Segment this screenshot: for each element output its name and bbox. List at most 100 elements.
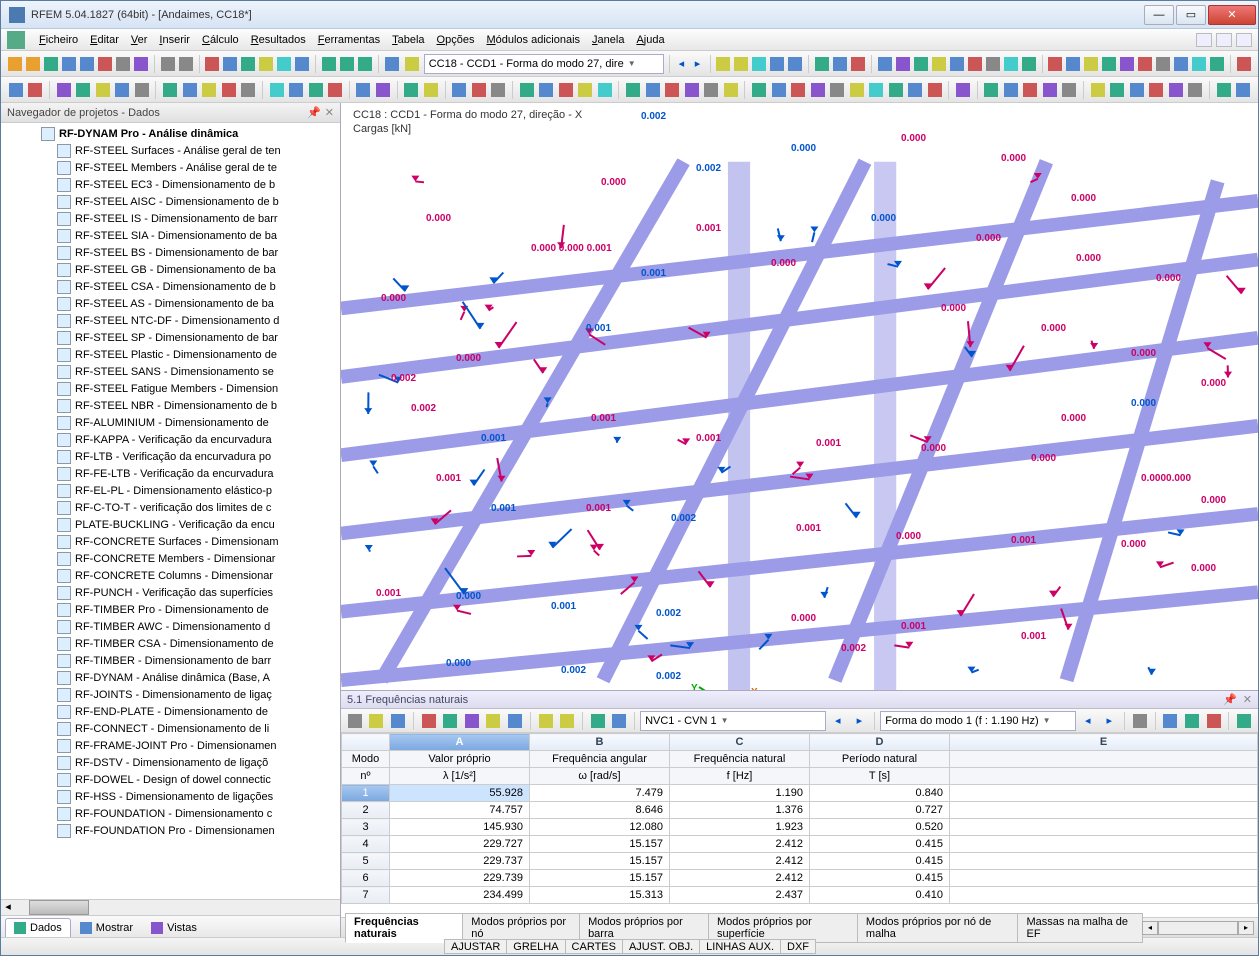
- toolbar-button[interactable]: [43, 54, 59, 74]
- menu-opções[interactable]: Opções: [431, 32, 481, 48]
- toolbar-button[interactable]: [1021, 54, 1037, 74]
- nav-item[interactable]: RF-STEEL NTC-DF - Dimensionamento d: [1, 312, 340, 329]
- model-viewport[interactable]: CC18 : CCD1 - Forma do modo 27, direção …: [341, 103, 1258, 691]
- nav-tab-mostrar[interactable]: Mostrar: [71, 918, 142, 937]
- results-toolbar-button[interactable]: [462, 711, 482, 731]
- toolbar-button[interactable]: [239, 80, 257, 100]
- nav-item[interactable]: RF-EL-PL - Dimensionamento elástico-p: [1, 482, 340, 499]
- status-segment[interactable]: LINHAS AUX.: [699, 939, 781, 954]
- nav-item[interactable]: RF-END-PLATE - Dimensionamento de: [1, 703, 340, 720]
- menu-janela[interactable]: Janela: [586, 32, 630, 48]
- toolbar-button[interactable]: [79, 54, 95, 74]
- toolbar-button[interactable]: [7, 54, 23, 74]
- menu-editar[interactable]: Editar: [84, 32, 125, 48]
- mdi-minimize-button[interactable]: [1196, 33, 1212, 47]
- nav-item[interactable]: RF-STEEL Members - Análise geral de te: [1, 159, 340, 176]
- toolbar-button[interactable]: [27, 80, 45, 100]
- toolbar-button[interactable]: [1191, 54, 1207, 74]
- toolbar-button[interactable]: [258, 54, 274, 74]
- toolbar-button[interactable]: [1022, 80, 1040, 100]
- nav-item[interactable]: RF-TIMBER Pro - Dimensionamento de: [1, 601, 340, 618]
- toolbar-button[interactable]: [1236, 54, 1252, 74]
- toolbar-button[interactable]: [326, 80, 344, 100]
- toolbar-button[interactable]: [715, 54, 731, 74]
- toolbar-button[interactable]: [722, 80, 740, 100]
- table-row[interactable]: 155.9287.4791.1900.840: [342, 785, 1258, 802]
- mode-combo[interactable]: Forma do modo 1 (f : 1.190 Hz)▼: [880, 711, 1076, 731]
- toolbar-button[interactable]: [624, 80, 642, 100]
- nav-item[interactable]: RF-JOINTS - Dimensionamento de ligaç: [1, 686, 340, 703]
- results-tab[interactable]: Massas na malha de EF: [1017, 913, 1143, 943]
- toolbar-button[interactable]: [828, 80, 846, 100]
- nvc-prev[interactable]: ◂: [828, 711, 848, 731]
- toolbar-button[interactable]: [850, 54, 866, 74]
- toolbar-button[interactable]: [403, 80, 421, 100]
- results-toolbar-button[interactable]: [484, 711, 504, 731]
- toolbar-button[interactable]: [307, 80, 325, 100]
- toolbar-button[interactable]: [1109, 80, 1127, 100]
- nav-item[interactable]: RF-C-TO-T - verificação dos limites de c: [1, 499, 340, 516]
- toolbar-button[interactable]: [115, 54, 131, 74]
- results-toolbar-button[interactable]: [1204, 711, 1224, 731]
- results-toolbar-button[interactable]: [588, 711, 608, 731]
- nav-item[interactable]: RF-PUNCH - Verificação das superfícies: [1, 584, 340, 601]
- toolbar-button[interactable]: [339, 54, 355, 74]
- nav-item[interactable]: RF-STEEL AS - Dimensionamento de ba: [1, 295, 340, 312]
- nav-item[interactable]: RF-CONCRETE Surfaces - Dimensionam: [1, 533, 340, 550]
- toolbar-button[interactable]: [61, 54, 77, 74]
- toolbar-button[interactable]: [133, 54, 149, 74]
- mdi-close-button[interactable]: [1236, 33, 1252, 47]
- mdi-restore-button[interactable]: [1216, 33, 1232, 47]
- results-toolbar-button[interactable]: [388, 711, 408, 731]
- toolbar-button[interactable]: [1173, 54, 1189, 74]
- results-toolbar-button[interactable]: [345, 711, 365, 731]
- results-tab[interactable]: Modos próprios por nó de malha: [857, 913, 1019, 943]
- menu-resultados[interactable]: Resultados: [245, 32, 312, 48]
- toolbar-button[interactable]: [74, 80, 92, 100]
- toolbar-button[interactable]: [204, 54, 220, 74]
- toolbar-button[interactable]: [644, 80, 662, 100]
- toolbar-button[interactable]: [983, 80, 1001, 100]
- status-segment[interactable]: AJUSTAR: [444, 939, 507, 954]
- toolbar-button[interactable]: [1155, 54, 1171, 74]
- toolbar-button[interactable]: [557, 80, 575, 100]
- navigator-tree[interactable]: RF-DYNAM Pro - Análise dinâmicaRF-STEEL …: [1, 123, 340, 899]
- table-row[interactable]: 6229.73915.1572.4120.415: [342, 870, 1258, 887]
- toolbar-button[interactable]: [967, 54, 983, 74]
- toolbar-button[interactable]: [702, 80, 720, 100]
- toolbar-button[interactable]: [596, 80, 614, 100]
- toolbar-button[interactable]: [1065, 54, 1081, 74]
- toolbar-button[interactable]: [55, 80, 73, 100]
- minimize-button[interactable]: —: [1144, 5, 1174, 25]
- col-letter[interactable]: E: [950, 734, 1258, 751]
- nav-item[interactable]: RF-TIMBER AWC - Dimensionamento d: [1, 618, 340, 635]
- menu-ficheiro[interactable]: Ficheiro: [33, 32, 84, 48]
- toolbar-button[interactable]: [1083, 54, 1099, 74]
- toolbar-button[interactable]: [160, 54, 176, 74]
- toolbar-button[interactable]: [1167, 80, 1185, 100]
- toolbar-button[interactable]: [357, 54, 373, 74]
- table-row[interactable]: 4229.72715.1572.4120.415: [342, 836, 1258, 853]
- toolbar-button[interactable]: [268, 80, 286, 100]
- status-segment[interactable]: CARTES: [565, 939, 623, 954]
- menu-ferramentas[interactable]: Ferramentas: [312, 32, 386, 48]
- toolbar-button[interactable]: [470, 80, 488, 100]
- col-letter[interactable]: C: [670, 734, 810, 751]
- results-tab[interactable]: Frequências naturais: [345, 913, 463, 943]
- toolbar-button[interactable]: [200, 80, 218, 100]
- results-tab[interactable]: Modos próprios por superfície: [708, 913, 858, 943]
- results-tab-scroll[interactable]: ◂▸: [1142, 921, 1254, 935]
- nvc-combo[interactable]: NVC1 - CVN 1▼: [640, 711, 826, 731]
- toolbar-button[interactable]: [949, 54, 965, 74]
- nav-item[interactable]: PLATE-BUCKLING - Verificação da encu: [1, 516, 340, 533]
- toolbar-button[interactable]: [750, 80, 768, 100]
- toolbar-button[interactable]: [1101, 54, 1117, 74]
- toolbar-button[interactable]: [985, 54, 1001, 74]
- toolbar-button[interactable]: [733, 54, 749, 74]
- toolbar-button[interactable]: [769, 54, 785, 74]
- frequencies-table[interactable]: ABCDE ModoValor próprioFrequência angula…: [341, 733, 1258, 904]
- results-toolbar-button[interactable]: [1234, 711, 1254, 731]
- toolbar-button[interactable]: [867, 80, 885, 100]
- loadcase-combo[interactable]: CC18 - CCD1 - Forma do modo 27, dire▼: [424, 54, 664, 74]
- results-toolbar-button[interactable]: [1182, 711, 1202, 731]
